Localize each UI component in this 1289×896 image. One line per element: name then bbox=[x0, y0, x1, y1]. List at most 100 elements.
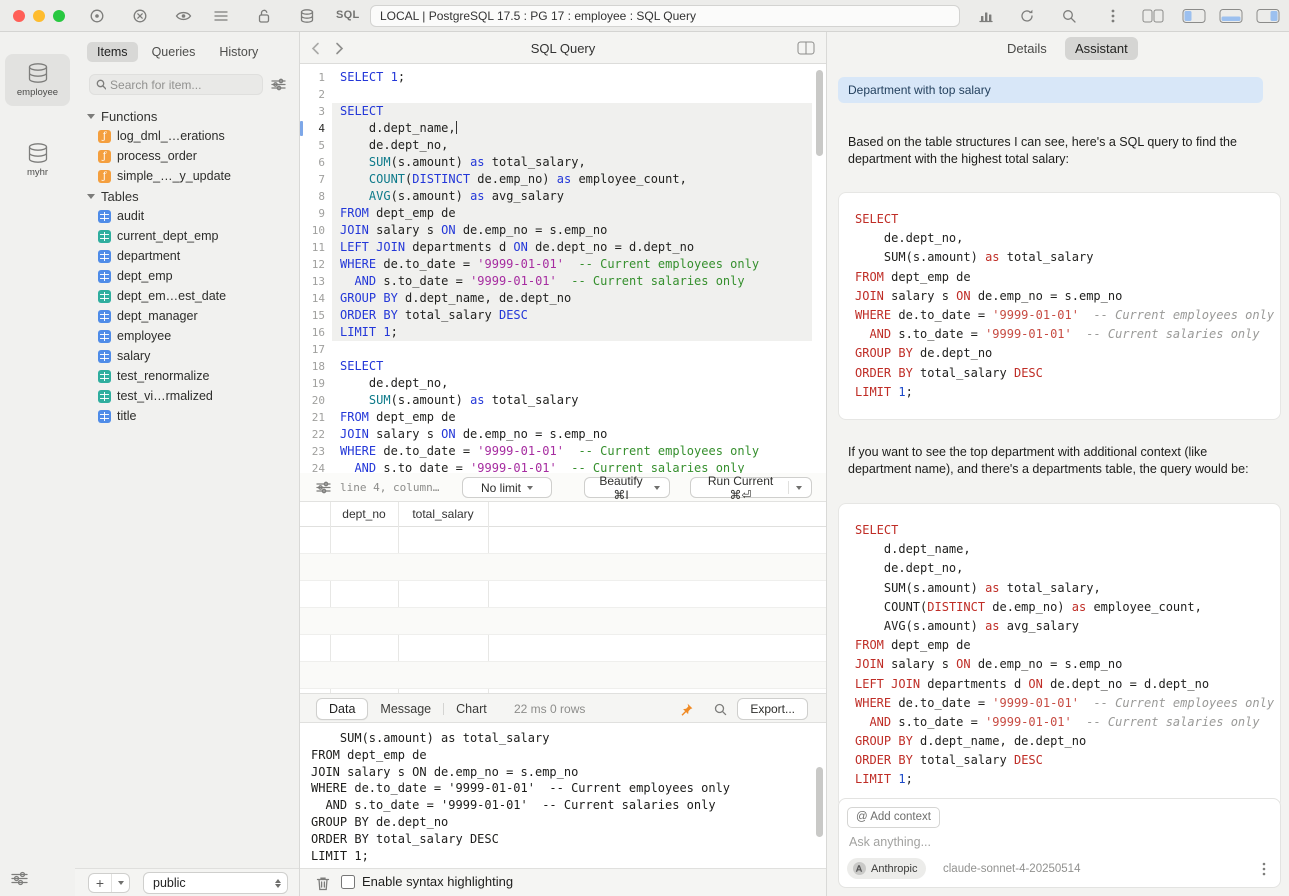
editor-line-2[interactable] bbox=[332, 86, 812, 103]
tab-message[interactable]: Message bbox=[368, 698, 443, 720]
disconnect-icon[interactable] bbox=[127, 6, 153, 26]
message-pane[interactable]: SUM(s.amount) as total_salaryFROM dept_e… bbox=[300, 723, 826, 868]
chart-icon[interactable] bbox=[973, 6, 999, 26]
eye-icon[interactable] bbox=[170, 6, 196, 26]
grid-row[interactable] bbox=[300, 635, 826, 662]
tree-item-process_order[interactable]: process_order bbox=[75, 146, 299, 166]
provider-selector[interactable]: Anthropic bbox=[847, 858, 926, 879]
results-grid[interactable]: dept_no total_salary bbox=[300, 502, 826, 693]
sql-editor[interactable]: 123456789101112131415161718192021222324 … bbox=[300, 64, 826, 473]
column-header-dept-no[interactable]: dept_no bbox=[330, 502, 398, 527]
table-structure-icon[interactable] bbox=[208, 6, 234, 26]
tab-history[interactable]: History bbox=[209, 42, 268, 62]
sidebar-search[interactable] bbox=[89, 74, 263, 95]
editor-line-22[interactable]: JOIN salary s ON de.emp_no = s.emp_no bbox=[332, 426, 812, 443]
editor-line-19[interactable]: de.dept_no, bbox=[332, 375, 812, 392]
editor-line-10[interactable]: JOIN salary s ON de.emp_no = s.emp_no bbox=[332, 222, 812, 239]
export-button[interactable]: Export... bbox=[737, 698, 808, 720]
syntax-highlighting-checkbox[interactable] bbox=[341, 875, 355, 889]
limit-dropdown[interactable]: No limit bbox=[462, 477, 552, 498]
search-input[interactable] bbox=[110, 78, 256, 92]
add-item-button[interactable]: + bbox=[89, 874, 111, 892]
trash-icon[interactable] bbox=[312, 873, 334, 893]
assistant-code-block-1[interactable]: SELECT de.dept_no, SUM(s.amount) as tota… bbox=[838, 192, 1281, 420]
tree-section-functions[interactable]: Functions bbox=[75, 106, 299, 126]
tab-data[interactable]: Data bbox=[316, 698, 368, 720]
editor-line-9[interactable]: FROM dept_emp de bbox=[332, 205, 812, 222]
editor-line-18[interactable]: SELECT bbox=[332, 358, 812, 375]
toggle-bottom-panel-icon[interactable] bbox=[1218, 6, 1244, 26]
tree-item-dept_em…est_date[interactable]: dept_em…est_date bbox=[75, 286, 299, 306]
column-header-total-salary[interactable]: total_salary bbox=[398, 502, 488, 527]
editor-line-15[interactable]: ORDER BY total_salary DESC bbox=[332, 307, 812, 324]
editor-line-14[interactable]: GROUP BY d.dept_name, de.dept_no bbox=[332, 290, 812, 307]
toggle-right-panel-icon[interactable] bbox=[1255, 6, 1281, 26]
tab-queries[interactable]: Queries bbox=[142, 42, 206, 62]
editor-line-11[interactable]: LEFT JOIN departments d ON de.dept_no = … bbox=[332, 239, 812, 256]
assistant-composer[interactable]: @ Add context Anthropic claude-sonnet-4-… bbox=[838, 798, 1281, 888]
tab-items[interactable]: Items bbox=[87, 42, 138, 62]
split-view-icon[interactable] bbox=[794, 38, 818, 58]
nav-back-icon[interactable] bbox=[304, 38, 326, 58]
tree-section-tables[interactable]: Tables bbox=[75, 186, 299, 206]
grid-row[interactable] bbox=[300, 608, 826, 635]
add-item-menu-button[interactable] bbox=[111, 874, 129, 892]
grid-row[interactable] bbox=[300, 527, 826, 554]
connection-title[interactable]: LOCAL | PostgreSQL 17.5 : PG 17 : employ… bbox=[370, 5, 960, 27]
search-results-icon[interactable] bbox=[708, 699, 732, 719]
grid-row[interactable] bbox=[300, 662, 826, 689]
preferences-sliders-icon[interactable] bbox=[8, 868, 30, 888]
tree-item-department[interactable]: department bbox=[75, 246, 299, 266]
editor-line-13[interactable]: AND s.to_date = '9999-01-01' -- Current … bbox=[332, 273, 812, 290]
editor-line-6[interactable]: SUM(s.amount) as total_salary, bbox=[332, 154, 812, 171]
editor-line-12[interactable]: WHERE de.to_date = '9999-01-01' -- Curre… bbox=[332, 256, 812, 273]
editor-line-1[interactable]: SELECT 1; bbox=[332, 69, 812, 86]
schema-select[interactable]: public bbox=[143, 872, 288, 894]
run-current-button[interactable]: Run Current ⌘⏎ bbox=[690, 477, 812, 498]
composer-menu-icon[interactable] bbox=[1254, 859, 1274, 879]
minimize-window-button[interactable] bbox=[33, 10, 45, 22]
toggle-left-panel-icon[interactable] bbox=[1181, 6, 1207, 26]
grid-row[interactable] bbox=[300, 554, 826, 581]
add-context-button[interactable]: @ Add context bbox=[847, 807, 940, 828]
tab-assistant[interactable]: Assistant bbox=[1065, 37, 1138, 60]
tree-item-salary[interactable]: salary bbox=[75, 346, 299, 366]
connect-icon[interactable] bbox=[84, 6, 110, 26]
grid-row[interactable] bbox=[300, 581, 826, 608]
kebab-menu-icon[interactable] bbox=[1100, 6, 1126, 26]
editor-line-7[interactable]: COUNT(DISTINCT de.emp_no) as employee_co… bbox=[332, 171, 812, 188]
conversation-topic[interactable]: Department with top salary bbox=[838, 77, 1263, 103]
zoom-window-button[interactable] bbox=[53, 10, 65, 22]
editor-code[interactable]: SELECT 1; SELECT d.dept_name, de.dept_no,… bbox=[332, 64, 812, 473]
nav-forward-icon[interactable] bbox=[328, 38, 350, 58]
beautify-button[interactable]: Beautify ⌘I bbox=[584, 477, 670, 498]
editor-line-5[interactable]: de.dept_no, bbox=[332, 137, 812, 154]
editor-line-8[interactable]: AVG(s.amount) as avg_salary bbox=[332, 188, 812, 205]
refresh-icon[interactable] bbox=[1014, 6, 1040, 26]
database-icon[interactable] bbox=[294, 6, 320, 26]
tab-chart[interactable]: Chart bbox=[444, 698, 499, 720]
filter-sliders-icon[interactable] bbox=[267, 75, 289, 95]
tree-item-audit[interactable]: audit bbox=[75, 206, 299, 226]
editor-line-24[interactable]: AND s.to_date = '9999-01-01' -- Current … bbox=[332, 460, 812, 473]
lock-icon[interactable] bbox=[251, 6, 277, 26]
editor-scrollbar[interactable] bbox=[816, 70, 823, 156]
tree-item-dept_emp[interactable]: dept_emp bbox=[75, 266, 299, 286]
editor-line-17[interactable] bbox=[332, 341, 812, 358]
tree-item-employee[interactable]: employee bbox=[75, 326, 299, 346]
assistant-code-block-2[interactable]: SELECT d.dept_name, de.dept_no, SUM(s.am… bbox=[838, 503, 1281, 808]
query-options-sliders-icon[interactable] bbox=[312, 478, 334, 496]
editor-line-4[interactable]: d.dept_name, bbox=[332, 120, 812, 137]
tree-item-test_vi…rmalized[interactable]: test_vi…rmalized bbox=[75, 386, 299, 406]
tree-item-title[interactable]: title bbox=[75, 406, 299, 426]
pin-icon[interactable] bbox=[674, 699, 698, 719]
editor-line-16[interactable]: LIMIT 1; bbox=[332, 324, 812, 341]
search-icon[interactable] bbox=[1056, 6, 1082, 26]
connection-employee[interactable]: employee bbox=[5, 54, 70, 106]
editor-line-3[interactable]: SELECT bbox=[332, 103, 812, 120]
tree-item-simple_…_y_update[interactable]: simple_…_y_update bbox=[75, 166, 299, 186]
editor-line-23[interactable]: WHERE de.to_date = '9999-01-01' -- Curre… bbox=[332, 443, 812, 460]
tab-details[interactable]: Details bbox=[997, 37, 1057, 60]
syntax-highlighting-toggle[interactable]: Enable syntax highlighting bbox=[341, 874, 513, 889]
message-scrollbar[interactable] bbox=[816, 767, 823, 837]
